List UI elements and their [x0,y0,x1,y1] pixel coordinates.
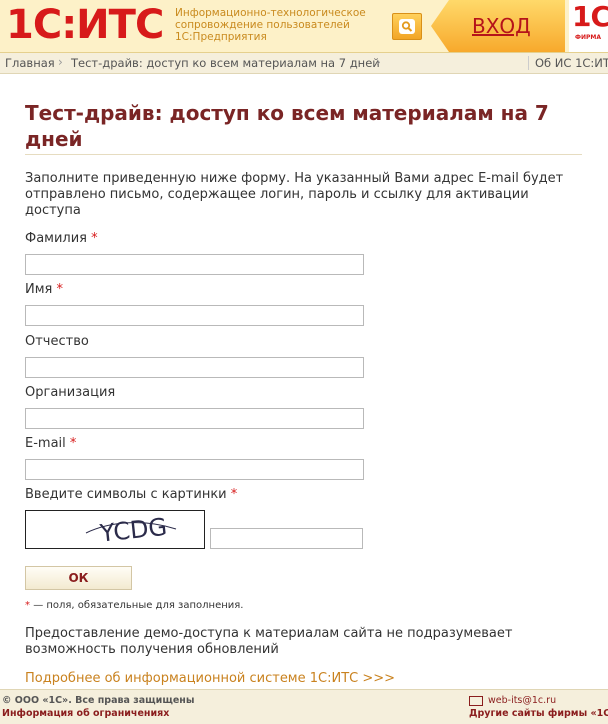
last-name-label: Фамилия * [25,231,98,246]
email-field[interactable] [25,459,364,480]
site-header: 1С:ИТС Информационно-технологическое соп… [0,0,608,53]
more-info-link[interactable]: Подробнее об информационной системе 1С:И… [25,671,395,686]
last-name-field[interactable] [25,254,364,275]
first-name-field[interactable] [25,305,364,326]
title-divider [25,154,582,155]
mail-icon [469,695,483,706]
firm-1c-logo[interactable]: 1С ФИРМА [569,0,608,52]
footer-email[interactable]: web-its@1c.ru [469,695,556,706]
required-mark: * [69,436,77,451]
first-name-label: Имя * [25,282,63,297]
demo-disclaimer: Предоставление демо-доступа к материалам… [25,626,513,657]
captcha-label: Введите символы с картинки * [25,487,238,502]
required-mark: * [56,282,64,297]
middle-name-field[interactable] [25,357,364,378]
breadcrumb: Главная › Тест-драйв: доступ ко всем мат… [0,53,608,74]
other-sites-link[interactable]: Другие сайты фирмы «1С» ▸ [469,708,608,719]
email-label: E-mail * [25,436,77,451]
login-area: ВХОД [431,0,565,52]
organization-label: Организация [25,385,116,400]
breadcrumb-separator-icon: › [376,55,381,69]
search-icon [399,19,415,34]
site-footer: © ООО «1С». Все права защищены Информаци… [0,689,608,724]
limits-info-link[interactable]: Информация об ограничениях [2,708,169,719]
site-logo[interactable]: 1С:ИТС [6,3,164,47]
captcha-image: YCDG [25,510,205,549]
required-mark: * [230,487,238,502]
organization-field[interactable] [25,408,364,429]
breadcrumb-separator-icon: › [58,55,63,69]
footer-copyright: © ООО «1С». Все права защищены [2,695,195,706]
intro-text: Заполните приведенную ниже форму. На ука… [25,171,564,218]
middle-name-label: Отчество [25,334,89,349]
site-tagline: Информационно-технологическое сопровожде… [175,7,366,43]
captcha-text: YCDG [98,513,169,548]
about-its-link[interactable]: Об ИС 1С:ИТС [528,56,608,70]
breadcrumb-home[interactable]: Главная [5,56,55,70]
captcha-input[interactable] [210,528,363,549]
breadcrumb-current: Тест-драйв: доступ ко всем материалам на… [71,56,380,70]
required-mark: * [91,231,98,246]
page-title: Тест-драйв: доступ ко всем материалам на… [25,101,549,151]
required-note: * — поля, обязательные для заполнения. [25,600,244,611]
login-link[interactable]: ВХОД [472,14,531,38]
search-button[interactable] [392,13,422,40]
ok-button[interactable]: ОК [25,566,132,590]
